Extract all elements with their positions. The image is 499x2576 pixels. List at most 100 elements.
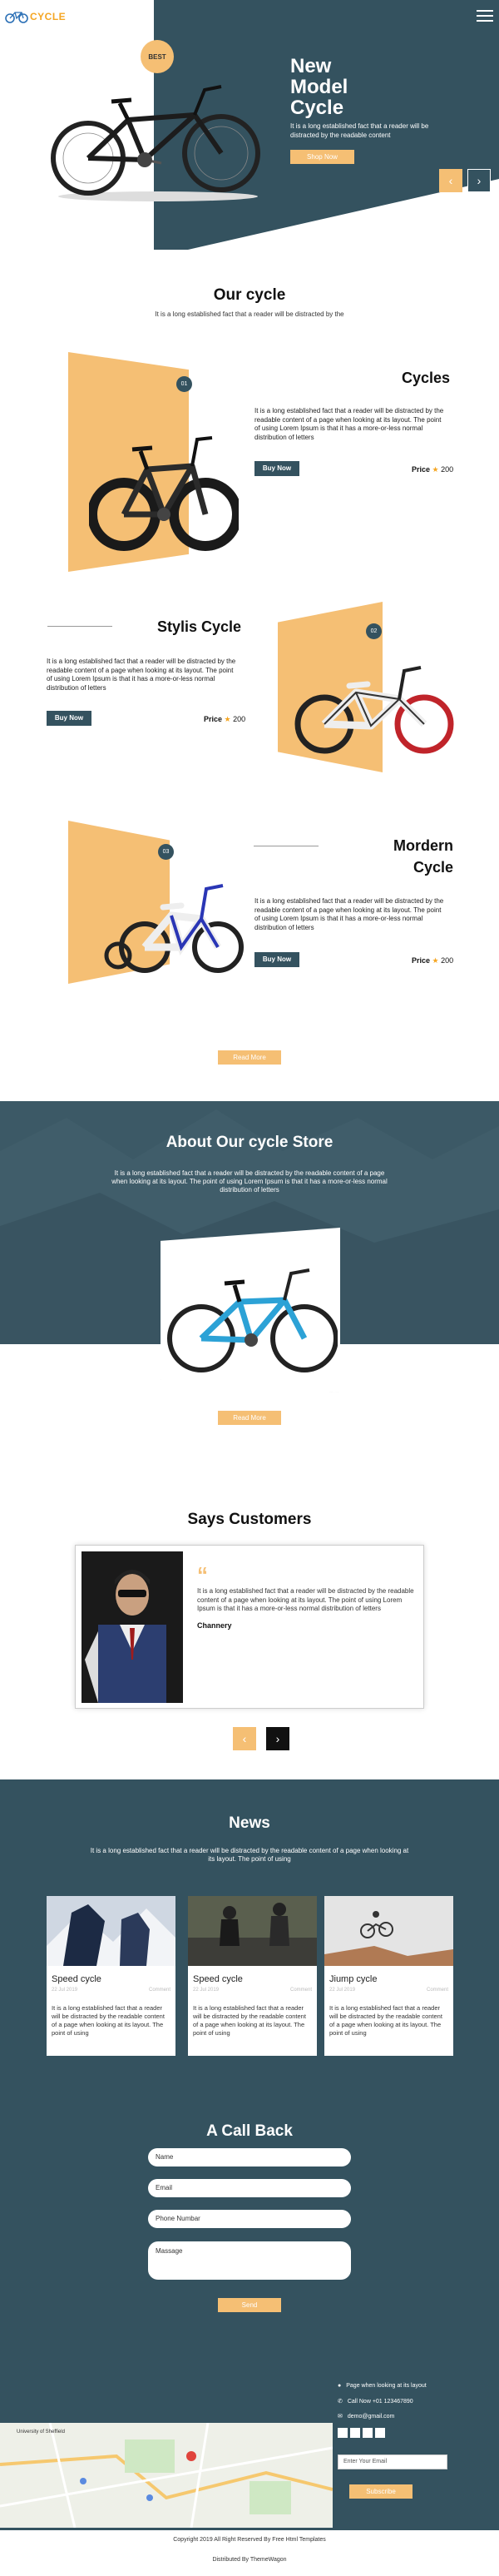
our-cycle-read-more-button[interactable]: Read More bbox=[218, 1050, 281, 1065]
kids-bike-image bbox=[294, 666, 454, 754]
news-date: 22 Jul 2019 bbox=[329, 1988, 356, 1993]
news-image bbox=[47, 1896, 175, 1966]
news-subtitle: It is a long established fact that a rea… bbox=[90, 1847, 409, 1863]
testimonial-card: “ It is a long established fact that a r… bbox=[75, 1545, 424, 1709]
phone-icon: ✆ bbox=[338, 2399, 343, 2405]
instagram-icon[interactable] bbox=[375, 2428, 385, 2438]
news-text: It is a long established fact that a rea… bbox=[52, 2004, 165, 2037]
price-value: 200 bbox=[233, 715, 246, 723]
star-icon: ★ bbox=[432, 956, 439, 965]
news-comments: Comment bbox=[148, 1988, 170, 1993]
hero-text: It is a long established fact that a rea… bbox=[290, 122, 429, 139]
product-2-text: It is a long established fact that a rea… bbox=[47, 658, 236, 692]
price-label: Price bbox=[412, 956, 431, 965]
our-cycle-subtitle: It is a long established fact that a rea… bbox=[155, 310, 344, 318]
copyright-text: Copyright 2019 All Right Reserved By Fre… bbox=[173, 2537, 326, 2543]
product-3-text: It is a long established fact that a rea… bbox=[254, 897, 444, 931]
product-2-price: Price ★ 200 bbox=[204, 715, 245, 724]
our-cycle-title: Our cycle bbox=[213, 286, 286, 304]
about-title: About Our cycle Store bbox=[166, 1134, 333, 1151]
news-text: It is a long established fact that a rea… bbox=[193, 2004, 306, 2037]
location-icon: ● bbox=[338, 2383, 342, 2389]
news-comments: Comment bbox=[289, 1988, 312, 1993]
customers-prev-button[interactable]: ‹ bbox=[233, 1727, 256, 1750]
star-icon: ★ bbox=[224, 715, 231, 723]
customers-next-button[interactable]: › bbox=[266, 1727, 289, 1750]
news-date: 22 Jul 2019 bbox=[52, 1988, 78, 1993]
hero-title-line: Model bbox=[290, 76, 348, 98]
subscribe-button[interactable]: Subscribe bbox=[349, 2484, 413, 2499]
callback-title: A Call Back bbox=[206, 2122, 293, 2140]
twitter-icon[interactable] bbox=[350, 2428, 360, 2438]
linkedin-icon[interactable] bbox=[363, 2428, 373, 2438]
news-card[interactable]: Speed cycle 22 Jul 2019 Comment It is a l… bbox=[188, 1896, 317, 2056]
news-image bbox=[324, 1896, 453, 1966]
product-3-buy-button[interactable]: Buy Now bbox=[254, 952, 299, 967]
news-image bbox=[188, 1896, 317, 1966]
email-field[interactable]: Email bbox=[148, 2179, 351, 2197]
mail-icon: ✉ bbox=[338, 2414, 343, 2420]
footer-email: ✉ demo@gmail.com bbox=[338, 2413, 394, 2420]
news-title: Speed cycle bbox=[193, 1974, 243, 1984]
mountain-bike-image bbox=[167, 1268, 338, 1372]
news-card[interactable]: Jiump cycle 22 Jul 2019 Comment It is a l… bbox=[324, 1896, 453, 2056]
facebook-icon[interactable] bbox=[338, 2428, 348, 2438]
jump-cycle-photo bbox=[324, 1896, 453, 1966]
name-field[interactable]: Name bbox=[148, 2148, 351, 2167]
price-value: 200 bbox=[441, 956, 454, 965]
training-bike-image bbox=[104, 884, 244, 973]
shop-now-button[interactable]: Shop Now bbox=[290, 150, 354, 164]
location-map[interactable]: University of Sheffield bbox=[0, 2423, 333, 2528]
distributed-text: Distributed By ThemeWagon bbox=[212, 2557, 287, 2563]
news-title: Jiump cycle bbox=[329, 1974, 378, 1984]
divider-line bbox=[47, 626, 112, 627]
news-meta: 22 Jul 2019 Comment bbox=[52, 1988, 170, 1993]
logo[interactable]: CYCLE bbox=[5, 9, 66, 24]
customers-title: Says Customers bbox=[187, 1511, 312, 1528]
hero-next-button[interactable]: › bbox=[467, 169, 491, 192]
news-section bbox=[0, 1779, 499, 2379]
address-text: Page when looking at its layout bbox=[346, 2383, 427, 2389]
bicycle-logo-icon bbox=[5, 12, 28, 23]
price-label: Price bbox=[204, 715, 223, 723]
news-card[interactable]: Speed cycle 22 Jul 2019 Comment It is a l… bbox=[47, 1896, 175, 2056]
price-label: Price bbox=[412, 465, 431, 474]
about-read-more-button[interactable]: Read More bbox=[218, 1411, 281, 1425]
customer-photo bbox=[82, 1551, 183, 1703]
menu-icon[interactable] bbox=[477, 10, 493, 22]
quote-icon: “ bbox=[197, 1562, 208, 1587]
road-cyclists-photo bbox=[188, 1896, 317, 1966]
best-badge: BEST bbox=[141, 40, 174, 73]
footer-address: ● Page when looking at its layout bbox=[338, 2383, 427, 2389]
product-1-text: It is a long established fact that a rea… bbox=[254, 407, 444, 441]
product-3-title-line: Mordern bbox=[393, 837, 453, 854]
fat-bike-image bbox=[89, 436, 239, 551]
news-meta: 22 Jul 2019 Comment bbox=[193, 1988, 312, 1993]
product-1-buy-button[interactable]: Buy Now bbox=[254, 461, 299, 476]
map-graphic bbox=[0, 2423, 333, 2528]
logo-text: CYCLE bbox=[30, 11, 67, 22]
subscribe-email-input[interactable]: Enter Your Email bbox=[338, 2454, 447, 2469]
product-2-buy-button[interactable]: Buy Now bbox=[47, 711, 91, 726]
news-date: 22 Jul 2019 bbox=[193, 1988, 220, 1993]
hero-section: CYCLE BEST New Model Cycle It is a long … bbox=[0, 0, 499, 250]
map-label: University of Sheffield bbox=[17, 2430, 65, 2435]
send-button[interactable]: Send bbox=[218, 2298, 281, 2312]
price-value: 200 bbox=[441, 465, 454, 474]
news-title: Speed cycle bbox=[52, 1974, 101, 1984]
news-title: News bbox=[229, 1814, 270, 1832]
product-3-price: Price ★ 200 bbox=[412, 956, 453, 965]
product-3-title-line: Cycle bbox=[413, 859, 453, 876]
product-2-title: Stylis Cycle bbox=[157, 618, 242, 635]
product-1-title: Cycles bbox=[402, 370, 451, 386]
message-field[interactable]: Massage bbox=[148, 2241, 351, 2280]
news-text: It is a long established fact that a rea… bbox=[329, 2004, 442, 2037]
product-1-price: Price ★ 200 bbox=[412, 465, 453, 474]
phone-field[interactable]: Phone Numbar bbox=[148, 2210, 351, 2228]
customer-name: Channery bbox=[197, 1621, 232, 1630]
hero-prev-button[interactable]: ‹ bbox=[439, 169, 462, 192]
phone-text: Call Now +01 123467890 bbox=[347, 2398, 413, 2405]
star-icon: ★ bbox=[432, 465, 439, 474]
testimonial-text: It is a long established fact that a rea… bbox=[197, 1587, 414, 1612]
hero-title-line: New bbox=[290, 55, 332, 77]
